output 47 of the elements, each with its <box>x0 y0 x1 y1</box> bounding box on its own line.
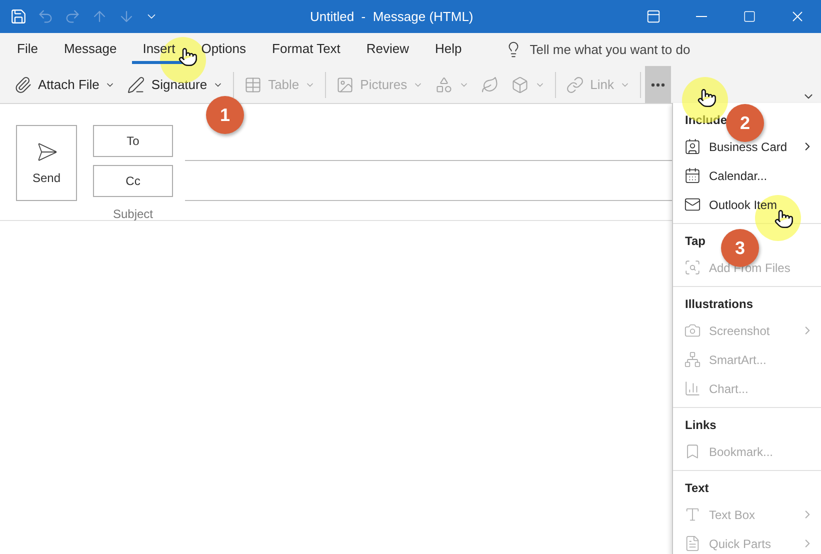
bar-chart-icon <box>684 380 701 397</box>
image-icon <box>336 76 354 94</box>
bookmark-icon <box>684 443 701 460</box>
toolbar-button[interactable] <box>644 66 671 103</box>
ribbon-tab[interactable]: File <box>6 35 49 64</box>
maximize-icon <box>742 10 756 23</box>
cc-button[interactable]: Cc <box>93 165 173 197</box>
ribbon-tab[interactable]: Help <box>424 35 473 64</box>
send-button[interactable]: Send <box>16 125 77 201</box>
ribbon-tab[interactable]: Message <box>52 35 128 64</box>
menu-section-header: Include <box>685 113 728 127</box>
search-file-icon <box>684 259 701 276</box>
toolbar-button[interactable]: Signature <box>121 74 230 94</box>
table-icon <box>244 76 262 94</box>
envelope-icon <box>684 196 701 213</box>
camera-icon <box>684 322 701 339</box>
leaf-icon <box>481 76 500 94</box>
send-icon <box>36 141 58 163</box>
menu-section-header: Text <box>685 481 709 495</box>
save-icon[interactable] <box>10 8 27 25</box>
hand-cursor-icon <box>774 209 794 229</box>
text-icon <box>684 506 701 523</box>
menu-section-header: Links <box>685 418 716 432</box>
minimize-icon <box>696 16 706 17</box>
tell-me-field[interactable]: Tell me what you want to do <box>530 42 690 57</box>
menu-item[interactable]: Calendar... <box>673 161 821 190</box>
paperclip-icon <box>14 76 32 94</box>
menu-section-header: Tap <box>685 234 706 248</box>
menu-section-header: Illustrations <box>685 297 754 311</box>
shapes-icon <box>435 76 454 94</box>
link-icon <box>566 76 584 94</box>
ribbon-tab[interactable]: Review <box>355 35 420 64</box>
to-button[interactable]: To <box>93 125 173 157</box>
window-title: Untitled - Message (HTML) <box>310 9 474 24</box>
panel-icon <box>646 9 660 24</box>
toolbar-button[interactable]: Attach File <box>8 74 122 94</box>
diagram-icon <box>684 351 701 368</box>
ribbon-tab[interactable]: Format Text <box>261 35 352 64</box>
calendar-icon <box>684 167 701 184</box>
menu-item[interactable]: Outlook Item <box>673 190 821 219</box>
subject-label: Subject <box>112 207 154 221</box>
more-icon <box>650 82 665 86</box>
contact-card-icon <box>684 138 701 155</box>
step-badge: 1 <box>206 96 244 134</box>
document-icon <box>684 535 701 552</box>
pen-icon <box>127 76 146 94</box>
cube-icon <box>511 76 530 94</box>
